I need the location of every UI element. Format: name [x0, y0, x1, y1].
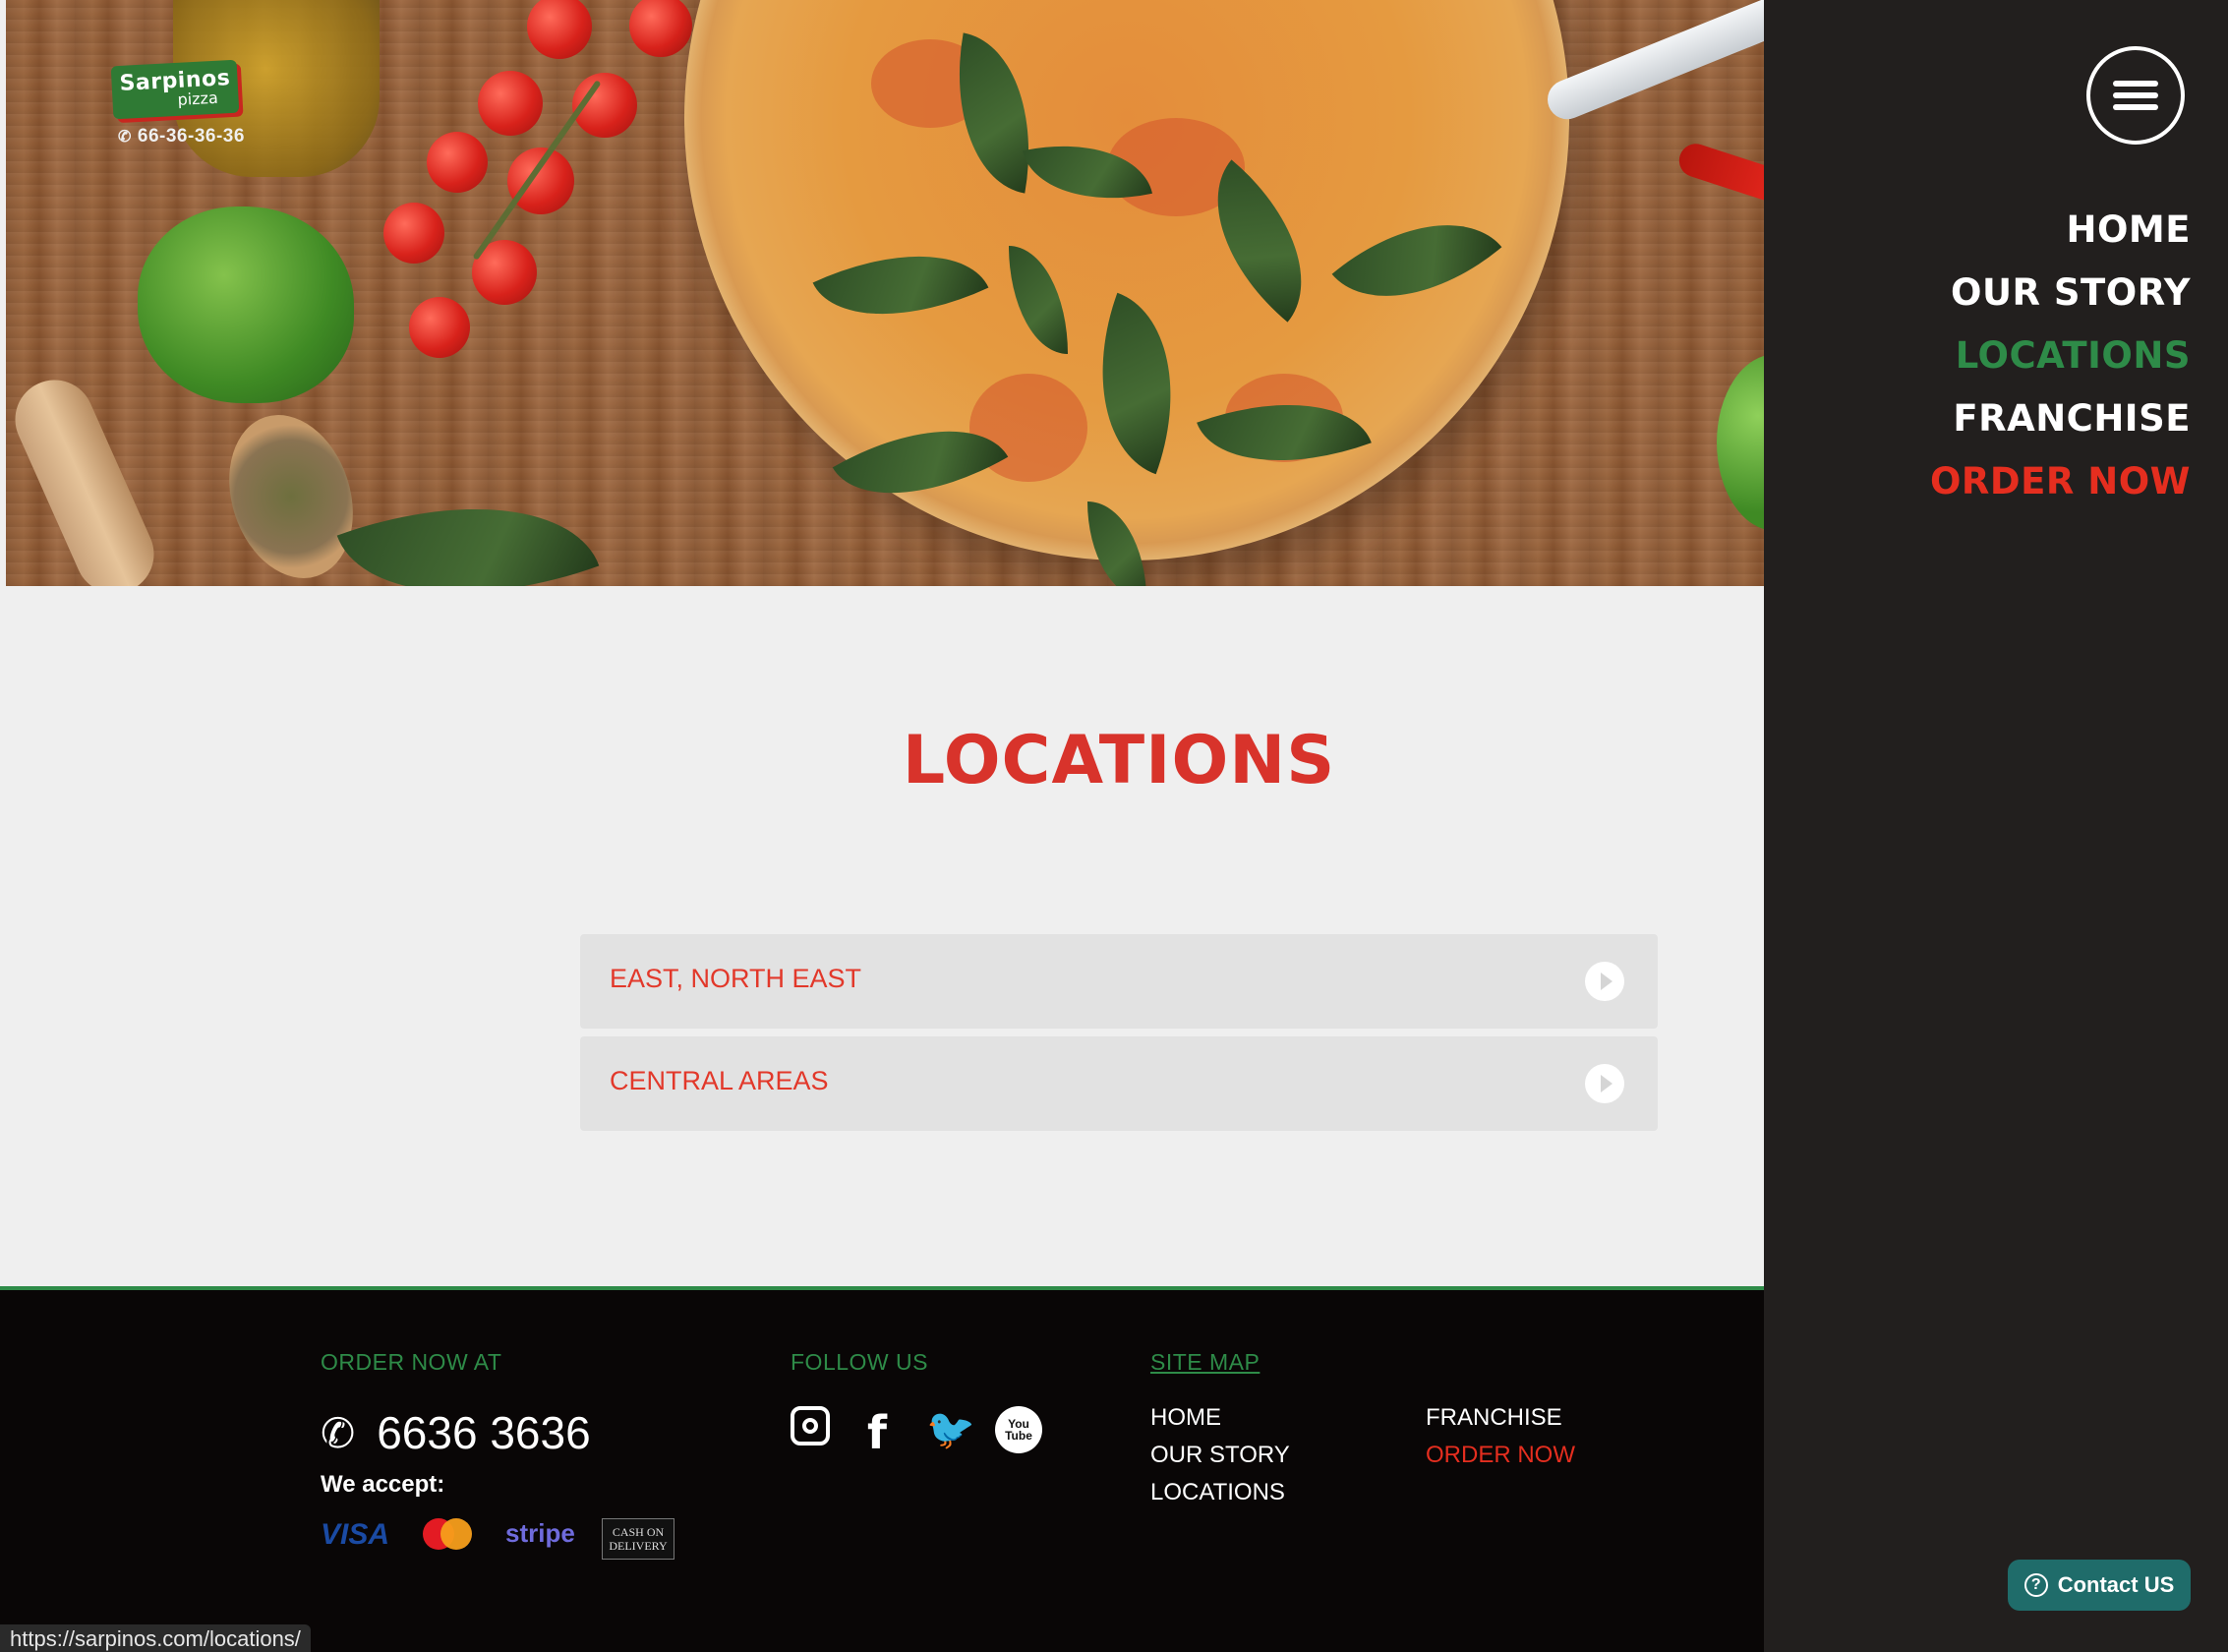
stripe-icon: stripe — [505, 1518, 575, 1548]
sidebar-item-our-story[interactable]: OUR STORY — [1930, 262, 2191, 324]
logo-sub: pizza — [177, 88, 219, 109]
instagram-icon[interactable] — [791, 1406, 830, 1446]
locations-section: LOCATIONS EAST, NORTH EAST CENTRAL AREAS — [0, 586, 1764, 1286]
order-now-heading: ORDER NOW AT — [321, 1349, 502, 1375]
visa-icon: VISA — [321, 1518, 390, 1551]
status-bar-url: https://sarpinos.com/locations/ — [0, 1624, 311, 1652]
contact-us-label: Contact US — [2057, 1572, 2175, 1597]
phone-icon: ✆ — [118, 129, 132, 146]
header-phone-number: 66-36-36-36 — [137, 126, 245, 147]
header-phone[interactable]: ✆ 66-36-36-36 — [118, 126, 245, 148]
phone-icon: ✆ — [321, 1409, 356, 1456]
follow-us-heading: FOLLOW US — [791, 1349, 928, 1375]
we-accept-label: We accept: — [321, 1471, 445, 1498]
sidebar-item-home[interactable]: HOME — [1930, 199, 2191, 262]
facebook-icon[interactable]: f — [867, 1406, 887, 1459]
sarpinos-logo[interactable]: Sarpinos pizza — [110, 59, 240, 120]
accordion-central-areas[interactable]: CENTRAL AREAS — [580, 1036, 1658, 1131]
accordion-label: CENTRAL AREAS — [610, 1066, 829, 1095]
cod-line2: DELIVERY — [609, 1539, 668, 1553]
footer-link-locations[interactable]: LOCATIONS — [1150, 1479, 1285, 1506]
site-map-heading[interactable]: SITE MAP — [1150, 1349, 1260, 1376]
footer-link-home[interactable]: HOME — [1150, 1404, 1221, 1432]
green-pepper — [138, 206, 354, 403]
sidebar-item-franchise[interactable]: FRANCHISE — [1930, 387, 2191, 450]
cash-on-delivery-icon: CASH ON DELIVERY — [602, 1518, 674, 1560]
sidebar-nav: HOME OUR STORY LOCATIONS FRANCHISE ORDER… — [1930, 199, 2191, 513]
hero-image: Sarpinos pizza ✆ 66-36-36-36 — [6, 0, 1764, 586]
mastercard-icon — [423, 1518, 472, 1550]
accordion-east-north-east[interactable]: EAST, NORTH EAST — [580, 934, 1658, 1029]
accordion-label: EAST, NORTH EAST — [610, 964, 862, 993]
play-arrow-icon[interactable] — [1585, 962, 1624, 1001]
footer-link-our-story[interactable]: OUR STORY — [1150, 1442, 1290, 1469]
sidebar-item-locations[interactable]: LOCATIONS — [1930, 324, 2191, 387]
cod-line1: CASH ON — [612, 1525, 665, 1539]
footer-link-order-now[interactable]: ORDER NOW — [1426, 1442, 1575, 1469]
hamburger-menu-icon[interactable] — [2086, 46, 2185, 145]
footer-phone-number: 6636 3636 — [377, 1407, 591, 1458]
sidebar-item-order-now[interactable]: ORDER NOW — [1930, 450, 2191, 513]
page: Sarpinos pizza ✆ 66-36-36-36 LOCATIONS EA… — [0, 0, 2228, 1652]
contact-us-button[interactable]: ? Contact US — [2008, 1560, 2191, 1611]
twitter-icon[interactable]: 🐦 — [926, 1406, 975, 1452]
footer-phone[interactable]: ✆ 6636 3636 — [321, 1406, 591, 1459]
help-icon: ? — [2023, 1573, 2048, 1597]
footer: ORDER NOW AT ✆ 6636 3636 We accept: VISA… — [0, 1286, 1764, 1652]
play-arrow-icon[interactable] — [1585, 1064, 1624, 1103]
youtube-tube: Tube — [1005, 1429, 1032, 1443]
youtube-icon[interactable]: You Tube — [995, 1406, 1042, 1453]
footer-link-franchise[interactable]: FRANCHISE — [1426, 1404, 1562, 1432]
